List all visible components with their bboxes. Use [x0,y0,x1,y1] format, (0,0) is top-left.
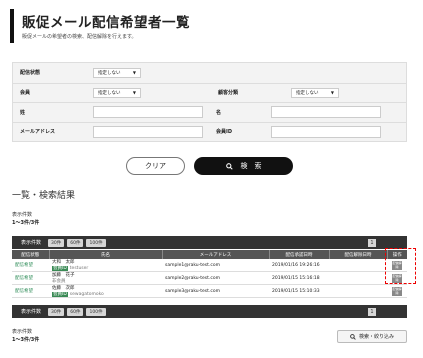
page-size-100[interactable]: 100件 [86,238,106,247]
count-value: 1〜3件/3件 [12,220,40,226]
row-canceled [329,271,387,285]
page-subtitle: 販促メールの希望者の検索、配信解除を行えます。 [22,34,137,40]
page-size-60[interactable]: 60件 [67,307,84,316]
search-icon [225,162,233,170]
row-name-cell: 加藤 花子 非会員 [49,271,162,285]
row-sub: sewagatomoko [69,292,104,297]
page-size-60[interactable]: 60件 [67,238,84,247]
last-name-input[interactable] [93,106,203,119]
last-name-label: 姓 [20,109,26,116]
results-table: 配信状態 氏名 メールアドレス 配信承認日時 配信解除日時 操作 配信希望 大和… [12,250,407,298]
count-value-bottom: 1〜3件/3件 [12,337,40,343]
page-size-30[interactable]: 30件 [48,238,65,247]
member-select[interactable]: 指定しない ▼ [93,87,141,98]
unsubscribe-button[interactable]: 配信解除 [392,286,402,296]
row-name-cell: 佐藤 次郎 会員ID sewagatomoko [49,284,162,298]
search-icon [350,333,356,340]
search-filter-button[interactable]: 検索・絞り込み [337,330,407,343]
page-size-100[interactable]: 100件 [86,307,106,316]
col-status: 配信状態 [12,250,50,259]
row-email: sample2@raku-test.com [162,271,269,285]
col-name: 氏名 [49,250,163,259]
row-sub: 非会員 [52,279,66,284]
first-name-label: 名 [216,109,222,116]
row-approved: 2019/01/15 15:16:18 [269,271,329,285]
pager-top: 表示件数 30件 60件 100件 1 [12,236,407,249]
col-canceled: 配信解除日時 [329,250,388,259]
pager-label: 表示件数 [21,240,42,246]
row-sub: testuser [69,266,89,271]
search-form: 配信状態 指定しない ▼ 会員 指定しない ▼ 顧客分類 指定しない ▼ 姓 名 メー… [12,62,407,142]
col-approved: 配信承認日時 [269,250,330,259]
table-row: 配信希望 佐藤 次郎 会員ID sewagatomoko sample3@raku… [12,284,407,298]
row-status: 配信希望 [12,259,49,272]
row-email: sample1@raku-test.com [162,259,269,272]
row-name-cell: 大和 太郎 会員ID testuser [49,259,162,272]
member-id-input[interactable] [271,125,381,138]
count-label-bottom: 表示件数 [12,329,33,335]
pager-bottom: 表示件数 30件 60件 100件 1 [12,305,407,318]
pager-label: 表示件数 [21,309,42,315]
caret-down-icon: ▼ [330,90,334,96]
row-email: sample3@raku-test.com [162,284,269,298]
row-approved: 2019/01/16 19:26:16 [269,259,329,272]
status-select[interactable]: 指定しない ▼ [93,67,141,78]
results-title: 一覧・検索結果 [12,191,76,201]
title-accent-bar [10,9,14,43]
table-header-row: 配信状態 氏名 メールアドレス 配信承認日時 配信解除日時 操作 [12,250,407,259]
highlight-box [385,248,416,284]
row-status: 配信希望 [12,284,49,298]
customer-category-select[interactable]: 指定しない ▼ [291,87,339,98]
row-status: 配信希望 [12,271,49,285]
table-row: 配信希望 加藤 花子 非会員 sample2@raku-test.com 201… [12,271,407,285]
col-email: メールアドレス [162,250,270,259]
count-label: 表示件数 [12,212,33,218]
member-tag: 会員ID [52,266,68,271]
member-label: 会員 [20,90,31,97]
email-input[interactable] [93,125,203,138]
page-size-30[interactable]: 30件 [48,307,65,316]
customer-category-label: 顧客分類 [218,90,239,97]
caret-down-icon: ▼ [132,70,136,76]
first-name-input[interactable] [271,106,381,119]
page-title: 販促メール配信希望者一覧 [22,15,190,31]
caret-down-icon: ▼ [132,90,136,96]
email-label: メールアドレス [20,129,56,136]
member-tag: 会員ID [52,292,68,297]
table-row: 配信希望 大和 太郎 会員ID testuser sample1@raku-tes… [12,259,407,272]
row-canceled [329,284,387,298]
row-canceled [329,259,387,272]
search-button[interactable]: 検 索 [194,157,293,175]
member-id-label: 会員ID [216,129,233,136]
row-approved: 2019/01/15 15:10:33 [269,284,329,298]
status-label: 配信状態 [20,70,41,77]
page-number[interactable]: 1 [368,307,376,316]
page-number[interactable]: 1 [368,238,376,247]
clear-button[interactable]: クリア [126,157,185,175]
